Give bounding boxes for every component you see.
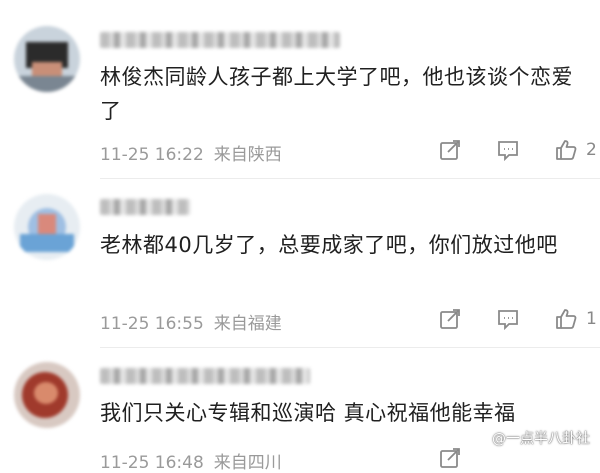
comment-date: 11-25 16:48 (100, 453, 204, 473)
comment-location: 来自四川 (213, 453, 282, 473)
watermark-name: 一点半八卦社 (506, 431, 590, 447)
comment-text: 我们只关心专辑和巡演哈 真心祝福他能幸福 (100, 401, 516, 425)
username-blurred[interactable] (100, 368, 310, 384)
share-icon[interactable] (438, 446, 462, 470)
comment-actions (438, 446, 496, 470)
avatar[interactable] (14, 362, 80, 428)
watermark: @一点半八卦社 (492, 428, 590, 448)
comment-item: 我们只关心专辑和巡演哈 真心祝福他能幸福 11-25 16:48 来自四川 (0, 0, 600, 473)
watermark-prefix: @ (492, 431, 506, 447)
comment-meta: 11-25 16:48 来自四川 (100, 448, 282, 473)
